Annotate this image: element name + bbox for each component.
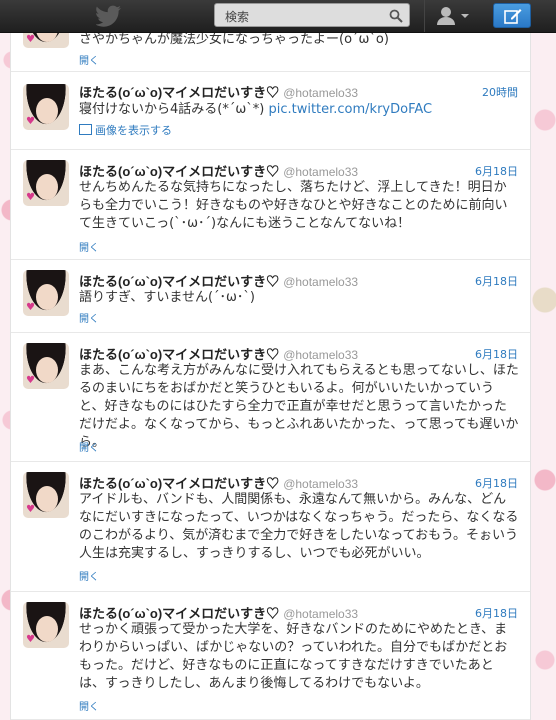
top-navigation-bar: 検索 (0, 0, 556, 33)
tweet-item[interactable]: ♥ さやかちゃんが魔法少女になっちゃったよー(o´ω`o) 開く (11, 32, 530, 72)
tweet-timestamp[interactable]: 6月18日 (475, 605, 518, 621)
compose-icon (504, 9, 522, 24)
tweet-item[interactable]: ♥ ほたる(o´ω`o)マイメロだいすき♡ @hotamelo33 20時間 寝付… (11, 72, 530, 150)
avatar[interactable]: ♥ (23, 32, 69, 48)
tweet-item[interactable]: ♥ ほたる(o´ω`o)マイメロだいすき♡ @hotamelo33 6月18日 ア… (11, 462, 530, 592)
compose-tweet-button[interactable] (493, 3, 531, 28)
tweet-photo-link[interactable]: pic.twitter.com/kryDoFAC (268, 102, 432, 117)
tweet-author[interactable]: ほたる(o´ω`o)マイメロだいすき♡ @hotamelo33 (79, 161, 358, 180)
tweet-author[interactable]: ほたる(o´ω`o)マイメロだいすき♡ @hotamelo33 (79, 271, 358, 290)
tweet-author[interactable]: ほたる(o´ω`o)マイメロだいすき♡ @hotamelo33 (79, 603, 358, 622)
tweet-timestamp[interactable]: 6月18日 (475, 346, 518, 362)
topbar-divider (424, 0, 425, 32)
tweet-author[interactable]: ほたる(o´ω`o)マイメロだいすき♡ @hotamelo33 (79, 473, 358, 492)
tweet-text: アイドルも、バンドも、人間関係も、永遠なんて無いから。みんな、どんなにだいすきに… (79, 492, 519, 561)
tweet-open-link[interactable]: 開く (79, 52, 99, 67)
avatar[interactable]: ♥ (23, 602, 69, 648)
tweet-text: せんちめんたるな気持ちになったし、落ちたけど、浮上してきた！明日からも全力でいこ… (79, 180, 508, 231)
avatar[interactable]: ♥ (23, 472, 69, 518)
user-menu-icon[interactable] (436, 6, 472, 30)
tweet-timestamp[interactable]: 6月18日 (475, 475, 518, 491)
avatar[interactable]: ♥ (23, 84, 69, 130)
tweet-timestamp[interactable]: 20時間 (482, 84, 518, 100)
avatar[interactable]: ♥ (23, 160, 69, 206)
tweet-open-link[interactable]: 開く (79, 568, 99, 583)
tweet-author[interactable]: ほたる(o´ω`o)マイメロだいすき♡ @hotamelo33 (79, 344, 358, 363)
tweet-item[interactable]: ♥ ほたる(o´ω`o)マイメロだいすき♡ @hotamelo33 6月18日 せ… (11, 592, 530, 720)
tweet-text: さやかちゃんが魔法少女になっちゃったよー(o´ω`o) (79, 32, 389, 47)
search-input[interactable]: 検索 (214, 3, 410, 27)
tweet-open-link[interactable]: 開く (79, 698, 99, 713)
twitter-bird-icon[interactable] (95, 5, 122, 31)
tweet-timestamp[interactable]: 6月18日 (475, 163, 518, 179)
tweet-open-link[interactable]: 開く (79, 310, 99, 325)
view-media-link[interactable]: 画像を表示する (79, 122, 172, 138)
tweet-timeline: ♥ さやかちゃんが魔法少女になっちゃったよー(o´ω`o) 開く ♥ ほたる(o… (10, 32, 531, 720)
tweet-open-link[interactable]: 開く (79, 439, 99, 454)
tweet-item[interactable]: ♥ ほたる(o´ω`o)マイメロだいすき♡ @hotamelo33 6月18日 ま… (11, 333, 530, 462)
tweet-timestamp[interactable]: 6月18日 (475, 273, 518, 289)
image-icon (79, 124, 92, 135)
tweet-open-link[interactable]: 開く (79, 239, 99, 254)
tweet-author[interactable]: ほたる(o´ω`o)マイメロだいすき♡ @hotamelo33 (79, 82, 358, 101)
tweet-item[interactable]: ♥ ほたる(o´ω`o)マイメロだいすき♡ @hotamelo33 6月18日 語… (11, 260, 530, 333)
tweet-text: まあ、こんな考え方がみんなに受け入れてもらえるとも思ってないし、ほたるのまいにち… (79, 363, 519, 450)
search-icon[interactable] (389, 8, 403, 27)
tweet-text: 寝付けないから4話みる(*´ω`*) pic.twitter.com/kryDo… (79, 102, 433, 117)
tweet-item[interactable]: ♥ ほたる(o´ω`o)マイメロだいすき♡ @hotamelo33 6月18日 せ… (11, 150, 530, 260)
tweet-text: せっかく頑張って受かった大学を、好きなバンドのためにやめたとき、まわりからいっぱ… (79, 622, 508, 691)
avatar[interactable]: ♥ (23, 270, 69, 316)
avatar[interactable]: ♥ (23, 343, 69, 389)
search-placeholder: 検索 (225, 10, 250, 24)
tweet-text: 語りすぎ、すいません(´･ω･`) (79, 290, 255, 305)
